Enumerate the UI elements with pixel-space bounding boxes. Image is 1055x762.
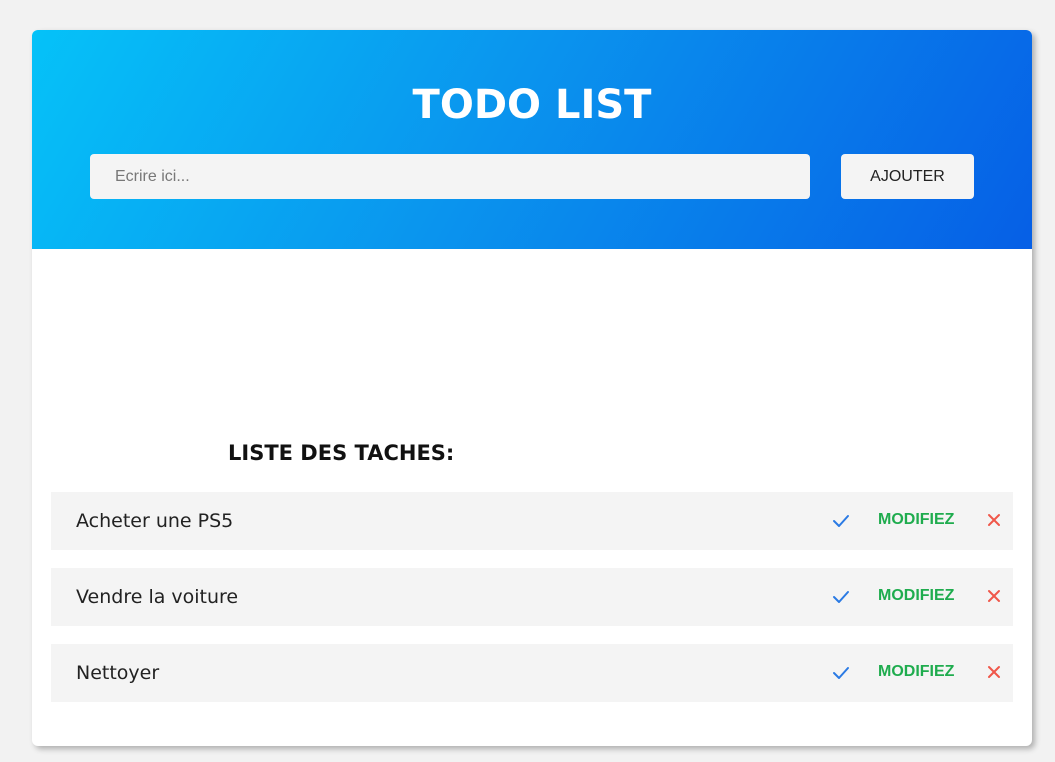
- list-item: Vendre la voiture MODIFIEZ: [51, 568, 1013, 626]
- task-text: Acheter une PS5: [76, 510, 234, 532]
- todo-card: TODO LIST AJOUTER LISTE DES TACHES: Ache…: [32, 30, 1032, 746]
- task-text: Vendre la voiture: [76, 586, 239, 608]
- list-heading: LISTE DES TACHES:: [228, 441, 455, 465]
- add-button[interactable]: AJOUTER: [841, 154, 974, 199]
- task-input[interactable]: [90, 154, 810, 199]
- edit-button[interactable]: MODIFIEZ: [878, 492, 954, 548]
- task-text: Nettoyer: [76, 662, 160, 684]
- close-icon[interactable]: [986, 664, 1002, 680]
- check-icon[interactable]: [831, 587, 851, 607]
- close-icon[interactable]: [986, 512, 1002, 528]
- header-banner: TODO LIST AJOUTER: [32, 30, 1032, 249]
- page-title: TODO LIST: [412, 82, 652, 128]
- check-icon[interactable]: [831, 511, 851, 531]
- list-item: Nettoyer MODIFIEZ: [51, 644, 1013, 702]
- edit-button[interactable]: MODIFIEZ: [878, 568, 954, 624]
- edit-button[interactable]: MODIFIEZ: [878, 644, 954, 700]
- check-icon[interactable]: [831, 663, 851, 683]
- close-icon[interactable]: [986, 588, 1002, 604]
- list-item: Acheter une PS5 MODIFIEZ: [51, 492, 1013, 550]
